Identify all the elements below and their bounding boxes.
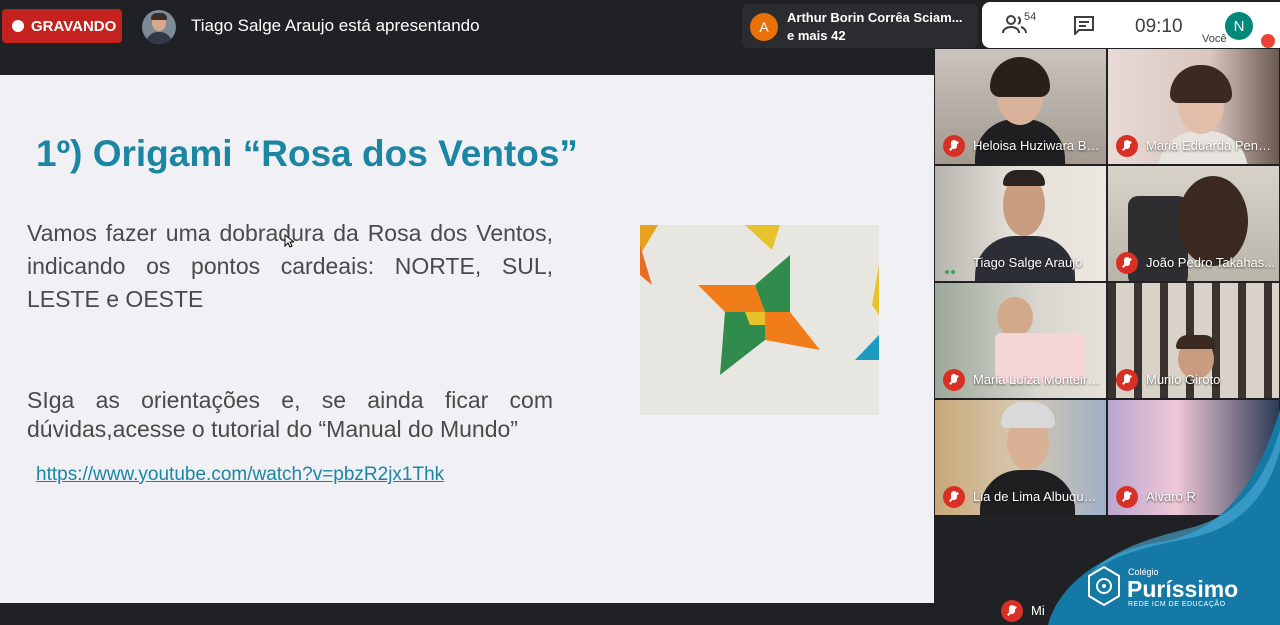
participant-name: Mi xyxy=(1031,603,1045,618)
top-bar: GRAVANDO Tiago Salge Araujo está apresen… xyxy=(0,0,1280,50)
chip-more: e mais 42 xyxy=(787,28,846,43)
chat-icon[interactable] xyxy=(1073,15,1095,35)
meet-window: GRAVANDO Tiago Salge Araujo está apresen… xyxy=(0,0,1280,625)
participant-name: Heloisa Huziwara Ba... xyxy=(973,138,1103,153)
participant-tile[interactable]: Heloisa Huziwara Ba... xyxy=(935,49,1106,164)
mic-off-icon xyxy=(1001,600,1023,622)
mic-off-icon xyxy=(943,369,965,391)
participant-name: Tiago Salge Araujo xyxy=(973,255,1083,270)
school-logo-icon xyxy=(1088,566,1120,606)
clock-time: 09:10 xyxy=(1135,16,1183,37)
participant-name: Maria Eduarda Penh... xyxy=(1146,138,1276,153)
participant-tile-active[interactable]: Tiago Salge Araujo xyxy=(935,166,1106,281)
mouse-cursor-icon xyxy=(284,234,294,248)
speaking-indicator-icon xyxy=(945,261,961,274)
brand-name: Puríssimo xyxy=(1127,576,1239,602)
mic-off-icon xyxy=(943,486,965,508)
mic-off-icon xyxy=(1116,369,1138,391)
participant-name: Maria Luiza Monteiro... xyxy=(973,372,1103,387)
origami-image xyxy=(640,225,879,415)
brand-subtitle: REDE ICM DE EDUCAÇÃO xyxy=(1128,601,1226,608)
chip-name: Arthur Borin Corrêa Sciam... xyxy=(787,10,963,25)
presenter-avatar xyxy=(142,10,176,44)
slide-paragraph-1: Vamos fazer uma dobradura da Rosa dos Ve… xyxy=(27,220,553,312)
participant-name: João Pedro Takahas... xyxy=(1146,255,1276,270)
presenter-text: Tiago Salge Araujo está apresentando xyxy=(191,16,480,35)
self-label: Você xyxy=(1202,33,1227,45)
participant-name: Murilo Giroto xyxy=(1146,372,1221,387)
presentation-slide: 1º) Origami “Rosa dos Ventos” Vamos faze… xyxy=(0,75,934,603)
slide-paragraph-2: SIga as orientações e, se ainda ficar co… xyxy=(27,387,553,442)
participant-tile[interactable]: Murilo Giroto xyxy=(1108,283,1279,398)
participant-tile[interactable]: João Pedro Takahas... xyxy=(1108,166,1279,281)
mic-off-icon xyxy=(1116,135,1138,157)
mic-off-icon xyxy=(1261,34,1275,48)
participants-chip[interactable]: A Arthur Borin Corrêa Sciam... e mais 42 xyxy=(742,4,978,48)
people-count: 54 xyxy=(1024,11,1037,23)
recording-label: GRAVANDO xyxy=(31,17,117,35)
recording-badge[interactable]: GRAVANDO xyxy=(2,9,122,43)
meeting-controls-panel: 54 09:10 N Você xyxy=(982,2,1280,48)
slide-title: 1º) Origami “Rosa dos Ventos” xyxy=(36,133,578,174)
chip-avatar: A xyxy=(750,13,778,41)
tutorial-link[interactable]: https://www.youtube.com/watch?v=pbzR2jx1… xyxy=(36,464,444,486)
record-dot-icon xyxy=(12,20,24,32)
self-avatar[interactable]: N xyxy=(1225,12,1253,40)
participant-tile[interactable]: Maria Eduarda Penh... xyxy=(1108,49,1279,164)
mic-off-icon xyxy=(943,135,965,157)
participant-tile[interactable]: Maria Luiza Monteiro... xyxy=(935,283,1106,398)
mic-off-icon xyxy=(1116,252,1138,274)
